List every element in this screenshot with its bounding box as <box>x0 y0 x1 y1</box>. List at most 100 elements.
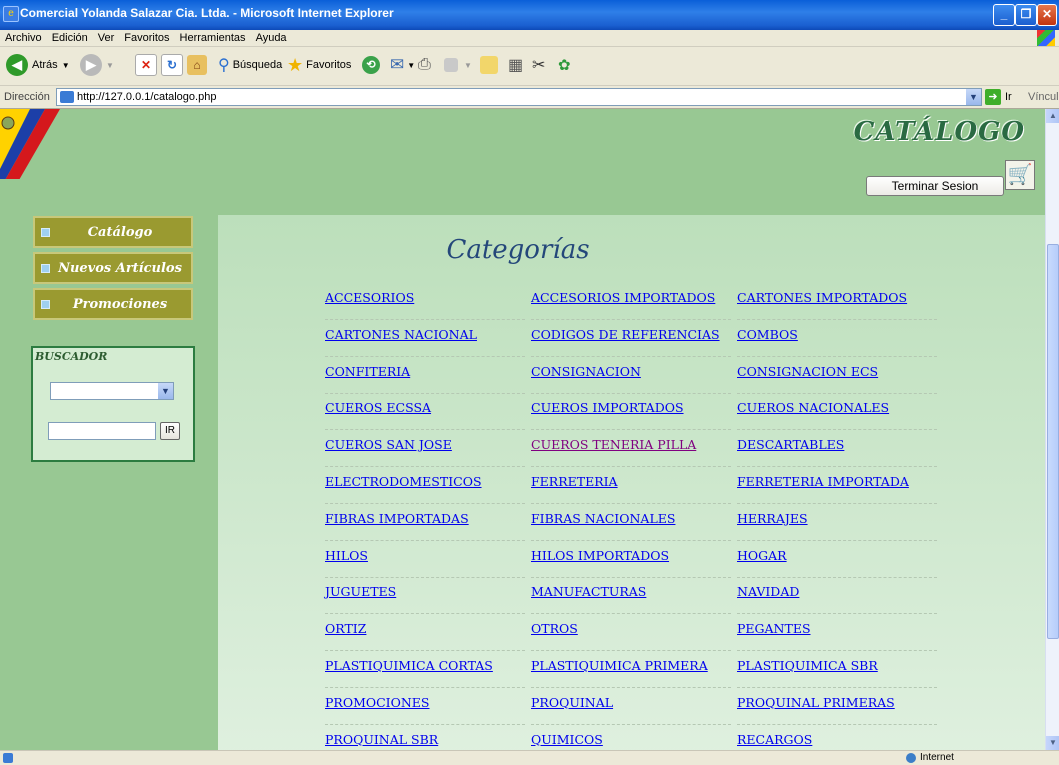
category-link[interactable]: CUEROS TENERIA PILLA <box>531 430 731 468</box>
maximize-button[interactable]: ❐ <box>1015 4 1037 26</box>
category-link[interactable]: CARTONES IMPORTADOS <box>737 283 937 320</box>
messenger-button[interactable]: ✂ <box>532 53 545 77</box>
category-link[interactable]: PROQUINAL <box>531 688 731 725</box>
category-link[interactable]: CUEROS SAN JOSE <box>325 430 525 468</box>
edit-button[interactable]: ▼ <box>444 53 472 77</box>
windows-logo-icon <box>1037 30 1055 46</box>
category-link[interactable]: CUEROS IMPORTADOS <box>531 393 731 431</box>
menu-ayuda[interactable]: Ayuda <box>251 30 292 44</box>
chevron-down-icon: ▼ <box>407 60 416 70</box>
edit-icon <box>444 58 458 72</box>
category-link[interactable]: PROQUINAL SBR <box>325 725 525 750</box>
category-link[interactable]: PLASTIQUIMICA SBR <box>737 651 937 688</box>
address-dropdown-button[interactable]: ▼ <box>966 89 981 105</box>
refresh-icon: ↻ <box>161 54 183 76</box>
category-link[interactable]: NAVIDAD <box>737 577 937 615</box>
category-link[interactable]: HILOS IMPORTADOS <box>531 541 731 578</box>
shopping-cart-icon[interactable]: 🛒 <box>1005 160 1035 190</box>
category-link[interactable]: HILOS <box>325 541 525 578</box>
page-status-icon <box>3 753 13 763</box>
vertical-scrollbar[interactable]: ▲ ▼ <box>1045 109 1059 750</box>
category-link[interactable]: PROMOCIONES <box>325 688 525 725</box>
category-link[interactable]: CODIGOS DE REFERENCIAS <box>531 320 731 357</box>
category-link[interactable]: CUEROS ECSSA <box>325 393 525 431</box>
category-link[interactable]: FIBRAS NACIONALES <box>531 504 731 541</box>
stop-button[interactable]: ✕ <box>135 53 157 77</box>
print-button[interactable]: ⎙ <box>418 53 431 77</box>
categories-heading: Categorías <box>446 235 590 265</box>
favorites-button[interactable]: ★ Favoritos <box>287 53 351 77</box>
close-button[interactable]: ✕ <box>1037 4 1057 26</box>
menu-favoritos[interactable]: Favoritos <box>119 30 174 44</box>
stop-icon: ✕ <box>135 54 157 76</box>
category-select[interactable]: ▼ <box>50 382 174 400</box>
category-link[interactable]: CUEROS NACIONALES <box>737 393 937 431</box>
menu-edicion[interactable]: Edición <box>47 30 93 44</box>
menu-ver[interactable]: Ver <box>93 30 120 44</box>
menu-catalogo[interactable]: Catálogo <box>33 216 193 248</box>
page-title: CATÁLOGO <box>853 117 1025 147</box>
home-button[interactable]: ⌂ <box>187 53 207 77</box>
category-link[interactable]: FERRETERIA <box>531 467 731 504</box>
category-link[interactable]: FIBRAS IMPORTADAS <box>325 504 525 541</box>
category-link[interactable]: PROQUINAL PRIMERAS <box>737 688 937 725</box>
category-link[interactable]: CONFITERIA <box>325 357 525 394</box>
address-input[interactable]: http://127.0.0.1/catalogo.php ▼ <box>56 88 982 106</box>
search-button[interactable]: ⚲ Búsqueda <box>218 53 282 77</box>
category-link[interactable]: PLASTIQUIMICA CORTAS <box>325 651 525 688</box>
category-link[interactable]: MANUFACTURAS <box>531 577 731 615</box>
menu-promociones[interactable]: Promociones <box>33 288 193 320</box>
page-icon <box>60 91 74 103</box>
menu-herramientas[interactable]: Herramientas <box>175 30 251 44</box>
scroll-down-icon[interactable]: ▼ <box>1046 736 1059 750</box>
category-link[interactable]: FERRETERIA IMPORTADA <box>737 467 937 504</box>
category-link[interactable]: ORTIZ <box>325 614 525 652</box>
search-panel: BUSCADOR ▼ IR <box>31 346 195 462</box>
forward-button[interactable]: ▶ ▼ <box>80 53 114 77</box>
chevron-down-icon: ▼ <box>464 60 472 70</box>
category-link[interactable]: JUGUETES <box>325 577 525 615</box>
category-link[interactable]: QUIMICOS <box>531 725 731 750</box>
page-viewport: CATÁLOGO 🛒 Terminar Sesion Catálogo Nuev… <box>0 109 1045 750</box>
address-url: http://127.0.0.1/catalogo.php <box>77 91 217 103</box>
category-link[interactable]: COMBOS <box>737 320 937 357</box>
scroll-up-icon[interactable]: ▲ <box>1046 109 1059 123</box>
menu-archivo[interactable]: Archivo <box>0 30 47 44</box>
category-link[interactable]: HOGAR <box>737 541 937 578</box>
people-button[interactable]: ✿ <box>558 53 571 77</box>
back-button[interactable]: ◀ Atrás ▼ <box>6 53 70 77</box>
category-link[interactable]: DESCARTABLES <box>737 430 937 468</box>
internet-zone-icon <box>906 753 916 763</box>
mail-button[interactable]: ✉ ▼ <box>390 53 415 77</box>
discuss-button[interactable] <box>480 53 498 77</box>
go-arrow-icon[interactable]: ➜ <box>985 89 1001 105</box>
go-button[interactable]: Ir <box>1005 91 1012 103</box>
category-link[interactable]: CONSIGNACION <box>531 357 731 394</box>
scrollbar-thumb[interactable] <box>1047 244 1059 639</box>
category-link[interactable]: HERRAJES <box>737 504 937 541</box>
security-zone: Internet <box>920 752 954 763</box>
menu-nuevos-articulos[interactable]: Nuevos Artículos <box>33 252 193 284</box>
search-input[interactable] <box>48 422 156 440</box>
research-button[interactable]: ▦ <box>508 53 523 77</box>
category-link[interactable]: OTROS <box>531 614 731 652</box>
category-link[interactable]: PLASTIQUIMICA PRIMERA <box>531 651 731 688</box>
folder-icon <box>480 56 498 74</box>
category-link[interactable]: ACCESORIOS IMPORTADOS <box>531 283 731 320</box>
search-go-button[interactable]: IR <box>160 422 180 440</box>
refresh-button[interactable]: ↻ <box>161 53 183 77</box>
category-link[interactable]: ACCESORIOS <box>325 283 525 320</box>
category-link[interactable]: CARTONES NACIONAL <box>325 320 525 357</box>
minimize-button[interactable]: _ <box>993 4 1015 26</box>
back-arrow-icon: ◀ <box>6 54 28 76</box>
mail-icon: ✉ <box>390 55 405 74</box>
category-link[interactable]: CONSIGNACION ECS <box>737 357 937 394</box>
category-link[interactable]: RECARGOS <box>737 725 937 750</box>
back-label: Atrás <box>32 59 58 71</box>
logout-button[interactable]: Terminar Sesion <box>866 176 1004 196</box>
research-icon: ▦ <box>508 57 524 74</box>
links-toolbar[interactable]: Vínculos <box>1028 91 1059 103</box>
history-button[interactable]: ⟲ <box>362 53 380 77</box>
category-link[interactable]: PEGANTES <box>737 614 937 652</box>
category-link[interactable]: ELECTRODOMESTICOS <box>325 467 525 504</box>
